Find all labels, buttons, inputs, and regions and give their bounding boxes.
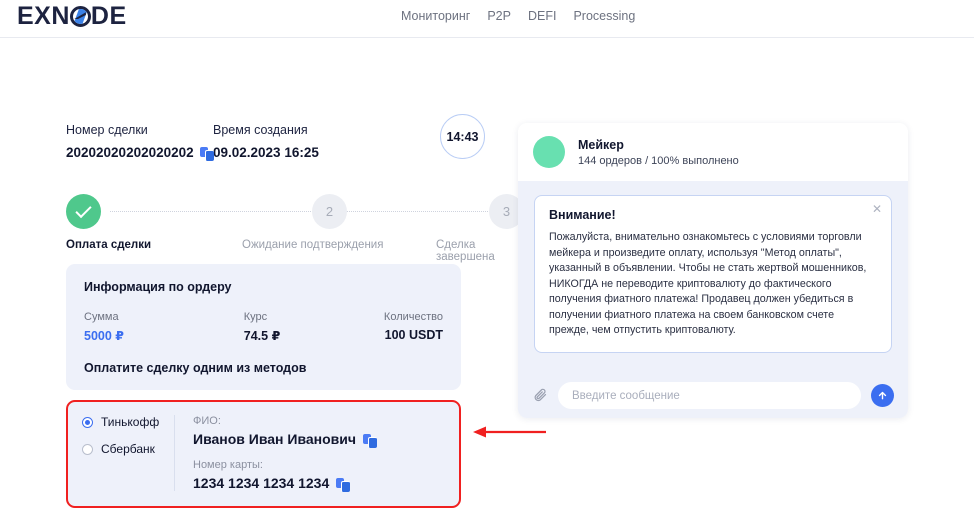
order-amount-value: 5000 ₽ — [84, 329, 124, 343]
order-rate-label: Курс — [243, 311, 268, 323]
deal-number-text: 20202020202020202 — [66, 145, 194, 160]
nav-item-monitoring[interactable]: Мониторинг — [401, 9, 470, 23]
fio-text: Иванов Иван Иванович — [193, 431, 357, 447]
deal-created-block: Время создания 09.02.2023 16:25 — [213, 123, 319, 160]
fio-value: Иванов Иван Иванович — [193, 431, 459, 448]
annotation-arrow — [473, 426, 546, 438]
step-2-awaiting: 2 — [312, 194, 347, 229]
payment-method-box: Тинькофф Сбербанк ФИО: Иванов Иван Ивано… — [66, 400, 461, 508]
logo-text-right: DE — [90, 2, 127, 30]
fio-label: ФИО: — [193, 415, 221, 427]
countdown-timer-value: 14:43 — [446, 129, 479, 144]
main-nav: Мониторинг P2P DEFI Processing — [401, 9, 635, 23]
avatar — [533, 136, 565, 168]
nav-item-defi[interactable]: DEFI — [528, 9, 556, 23]
send-arrow-up-icon — [878, 391, 887, 400]
deal-meta: Номер сделки 20202020202020202 Время соз… — [66, 114, 485, 161]
order-info-grid: Сумма 5000 ₽ Курс 74.5 ₽ Количество 100 … — [84, 311, 443, 343]
deal-stepper: 2 3 Оплата сделки Ожидание подтверждения… — [66, 194, 524, 263]
nav-item-p2p[interactable]: P2P — [487, 9, 511, 23]
warning-text: Пожалуйста, внимательно ознакомьтесь с у… — [549, 231, 867, 337]
deal-number-label: Номер сделки — [66, 123, 148, 137]
app-logo[interactable]: EXN DE — [17, 2, 127, 31]
radio-icon-selected[interactable] — [82, 416, 93, 428]
maker-name: Мейкер — [578, 137, 624, 152]
step-3-label: Сделка завершена — [436, 239, 495, 263]
close-icon[interactable]: ✕ — [872, 203, 882, 215]
card-number-text: 1234 1234 1234 1234 — [193, 475, 330, 491]
payment-method-sberbank[interactable]: Сбербанк — [82, 442, 174, 456]
chat-input-bar — [518, 373, 908, 418]
payment-details: ФИО: Иванов Иван Иванович Номер карты: 1… — [175, 415, 459, 492]
paperclip-icon[interactable] — [533, 388, 548, 403]
maker-stats: 144 ордеров / 100% выполнено — [578, 154, 739, 167]
deal-number-value: 20202020202020202 — [66, 145, 214, 161]
order-info-card: Информация по ордеру Сумма 5000 ₽ Курс 7… — [66, 264, 461, 390]
step-3-number: 3 — [502, 204, 511, 219]
app-header: EXN DE Мониторинг P2P DEFI Processing — [0, 0, 974, 38]
warning-message: ✕ Внимание! Пожалуйста, внимательно озна… — [534, 195, 892, 353]
order-pay-prompt: Оплатите сделку одним из методов — [84, 361, 307, 375]
deal-created-value: 09.02.2023 16:25 — [213, 145, 319, 160]
step-2-label: Ожидание подтверждения — [242, 239, 384, 251]
page-body: Номер сделки 20202020202020202 Время соз… — [0, 38, 974, 518]
warning-title: Внимание! — [549, 208, 616, 222]
chat-message-input[interactable] — [558, 382, 861, 409]
card-number-value: 1234 1234 1234 1234 — [193, 475, 459, 492]
order-amount-label: Сумма — [84, 311, 119, 323]
order-qty-block: Количество 100 USDT — [384, 311, 443, 343]
step-1-label: Оплата сделки — [66, 239, 152, 251]
payment-method-sberbank-label: Сбербанк — [101, 442, 155, 456]
copy-icon[interactable] — [363, 433, 378, 448]
copy-icon[interactable] — [336, 477, 351, 492]
order-rate-block: Курс 74.5 ₽ — [244, 311, 384, 343]
payment-method-list: Тинькофф Сбербанк — [68, 415, 175, 491]
stepper-connector-1 — [110, 211, 315, 212]
order-amount-block: Сумма 5000 ₽ — [84, 311, 244, 343]
step-2-number: 2 — [325, 204, 334, 219]
nav-item-processing[interactable]: Processing — [573, 9, 635, 23]
chat-header: Мейкер 144 ордеров / 100% выполнено — [518, 123, 908, 181]
order-qty-value: 100 USDT — [384, 328, 443, 342]
deal-number-block: Номер сделки 20202020202020202 — [66, 123, 214, 161]
deal-panel: Номер сделки 20202020202020202 Время соз… — [66, 114, 524, 518]
order-info-title: Информация по ордеру — [84, 280, 232, 294]
radio-icon[interactable] — [82, 443, 93, 455]
step-1-payment — [66, 194, 101, 229]
payment-method-tinkoff-label: Тинькофф — [101, 415, 160, 429]
card-number-label: Номер карты: — [193, 459, 263, 471]
order-rate-value: 74.5 ₽ — [243, 329, 281, 343]
payment-method-tinkoff[interactable]: Тинькофф — [82, 415, 174, 429]
check-icon — [75, 201, 92, 218]
logo-text-left: EXN — [17, 2, 70, 30]
chat-messages: ✕ Внимание! Пожалуйста, внимательно озна… — [518, 181, 908, 373]
order-qty-label: Количество — [383, 311, 443, 323]
deal-created-label: Время создания — [213, 123, 308, 137]
copy-icon[interactable] — [199, 147, 214, 161]
countdown-timer: 14:43 — [440, 114, 485, 159]
maker-info: Мейкер 144 ордеров / 100% выполнено — [578, 138, 739, 167]
send-button[interactable] — [871, 384, 894, 407]
lightning-circle-icon — [69, 6, 91, 27]
stepper-connector-2 — [347, 211, 488, 212]
chat-panel: Мейкер 144 ордеров / 100% выполнено ✕ Вн… — [518, 123, 908, 418]
